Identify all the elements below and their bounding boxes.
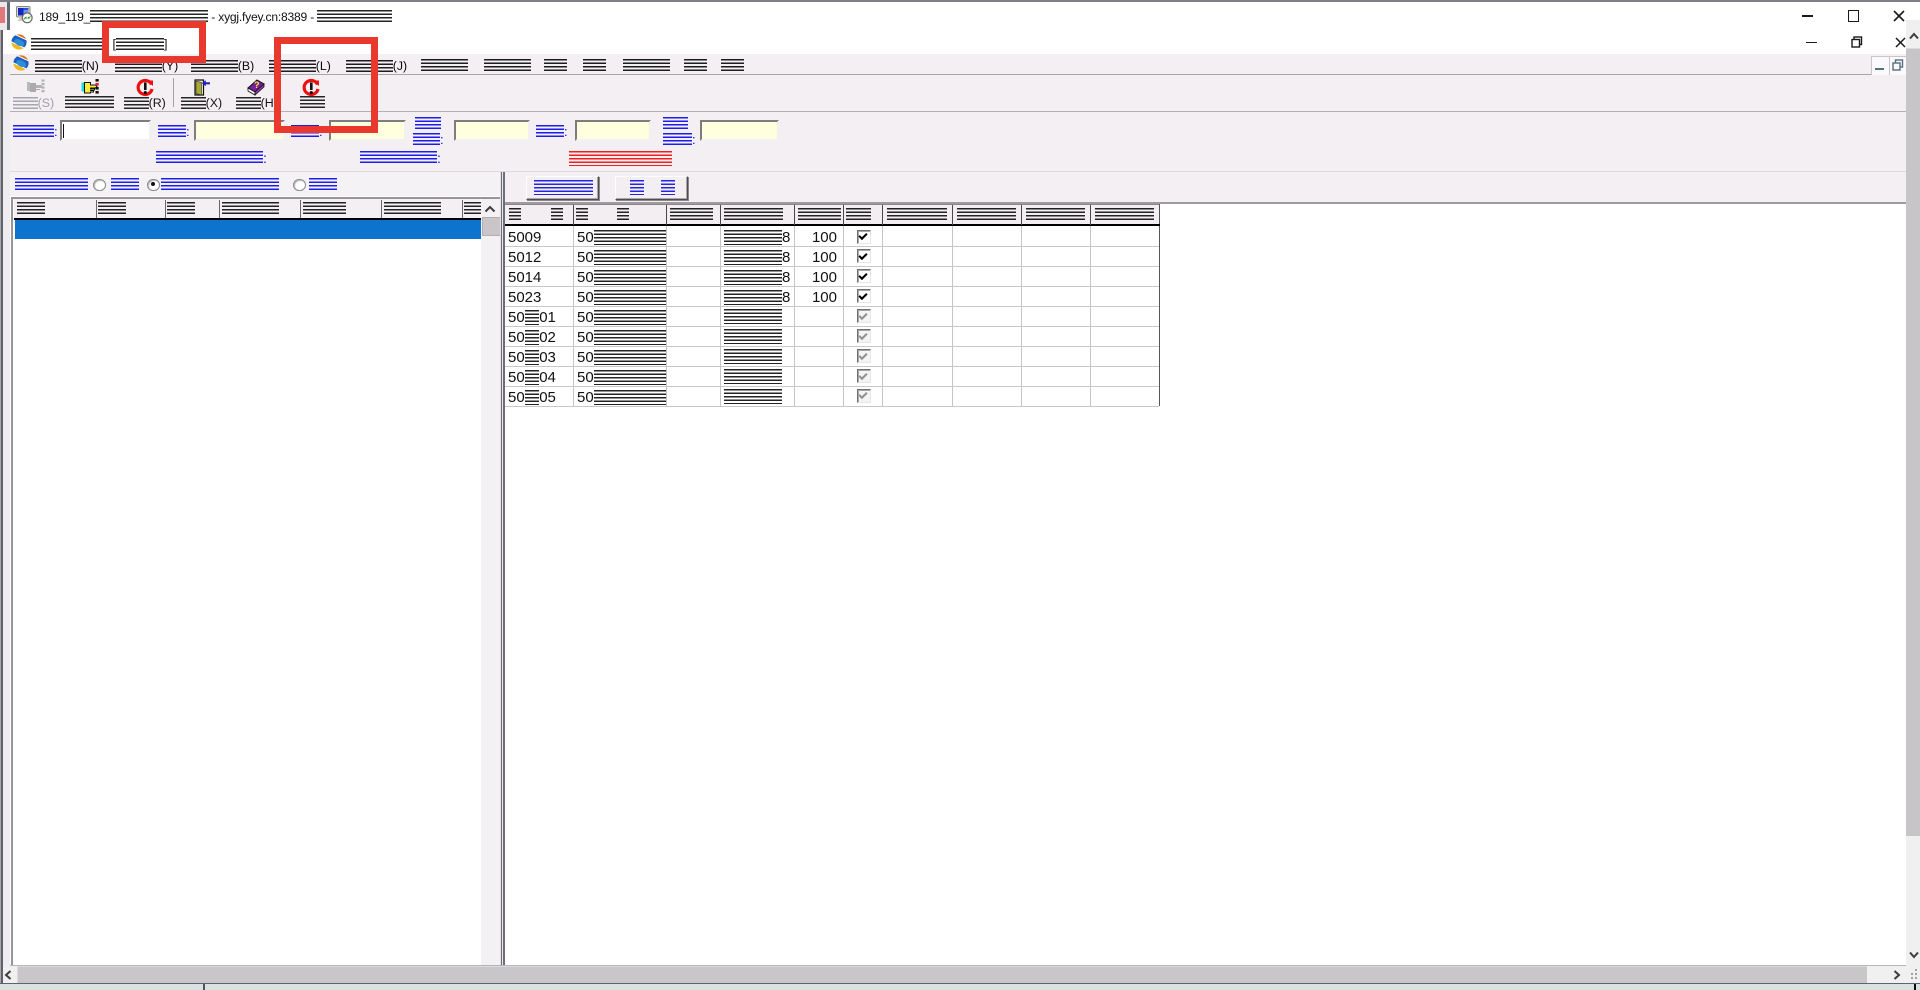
svg-text:?: ? — [254, 80, 260, 90]
